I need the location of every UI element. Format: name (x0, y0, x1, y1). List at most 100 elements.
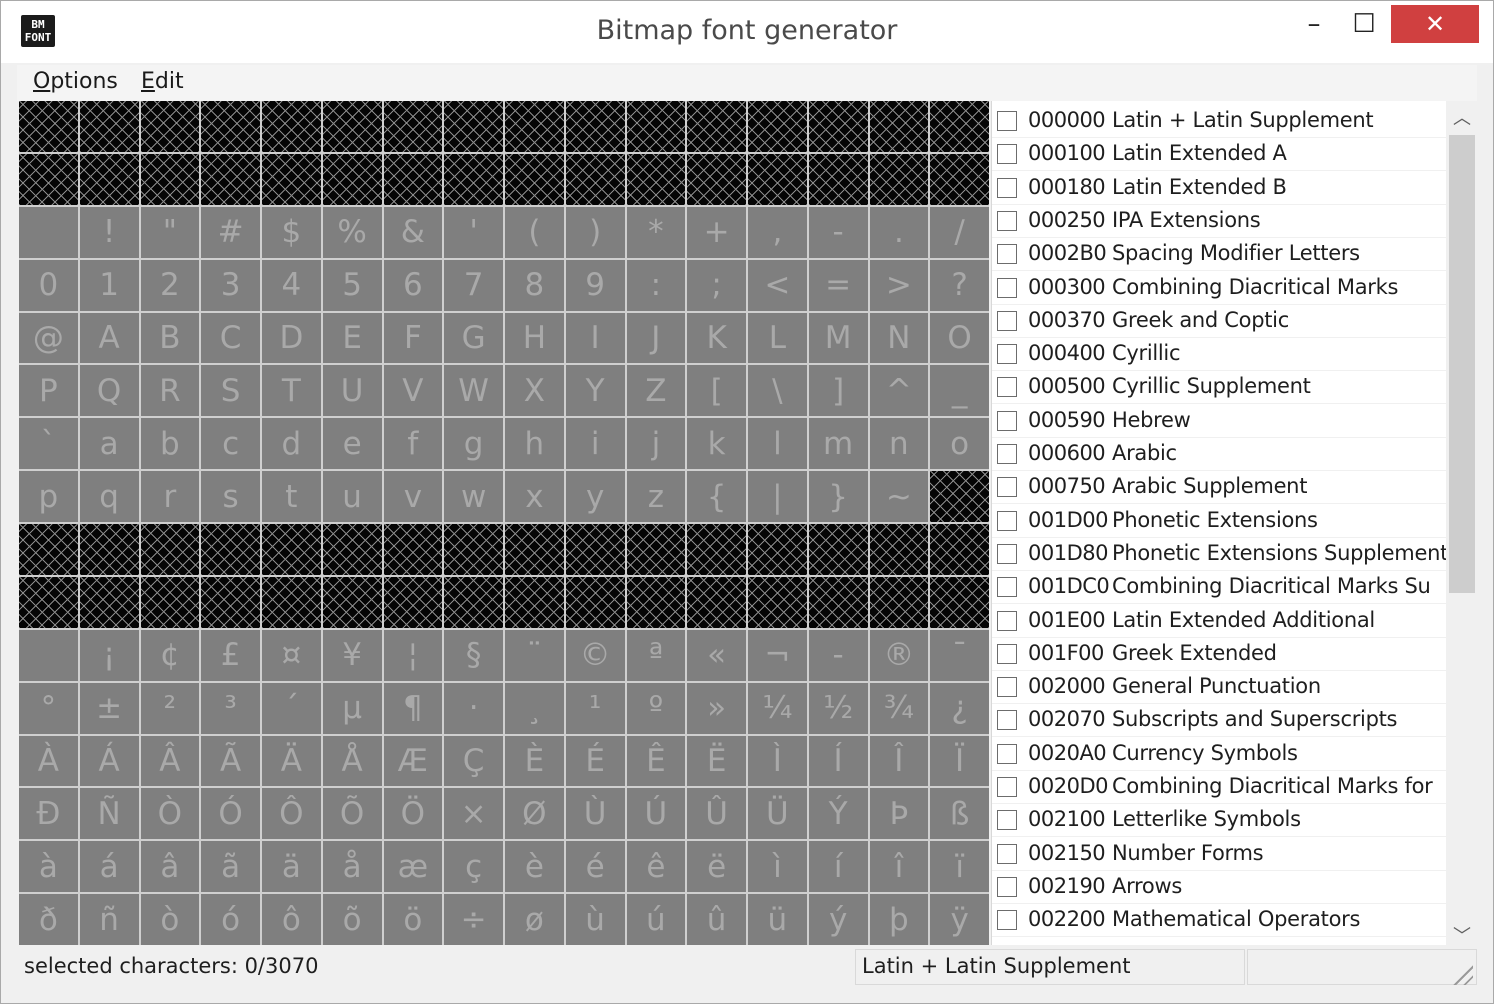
glyph-cell[interactable]: º (626, 682, 686, 734)
empty-glyph-cell[interactable] (444, 576, 503, 628)
glyph-cell[interactable]: Å (322, 735, 382, 787)
glyph-cell[interactable]: B (140, 312, 200, 364)
glyph-cell[interactable]: Ú (626, 788, 686, 840)
glyph-cell[interactable]: ¡ (79, 629, 139, 681)
empty-glyph-cell[interactable] (201, 101, 260, 152)
empty-glyph-cell[interactable] (930, 524, 989, 575)
range-checkbox[interactable] (997, 177, 1017, 198)
range-list-item[interactable]: 002150 Number Forms (992, 838, 1446, 871)
glyph-cell[interactable]: â (140, 841, 200, 893)
glyph-cell[interactable]: ~ (869, 471, 929, 522)
glyph-cell[interactable]: b (140, 418, 200, 470)
empty-glyph-cell[interactable] (869, 101, 929, 152)
glyph-cell[interactable]: m (808, 418, 868, 470)
scroll-up-arrow-icon[interactable]: ︿ (1446, 103, 1478, 135)
glyph-cell[interactable]: Ð (19, 788, 78, 840)
empty-glyph-cell[interactable] (19, 524, 78, 575)
range-list-item[interactable]: 001F00 Greek Extended (992, 638, 1446, 671)
range-checkbox[interactable] (997, 310, 1017, 331)
empty-glyph-cell[interactable] (687, 153, 746, 205)
empty-glyph-cell[interactable] (869, 576, 929, 628)
empty-glyph-cell[interactable] (383, 153, 443, 205)
glyph-cell[interactable]: Ó (201, 788, 260, 840)
range-checkbox[interactable] (997, 144, 1017, 165)
empty-glyph-cell[interactable] (79, 576, 139, 628)
range-list-item[interactable]: 000500 Cyrillic Supplement (992, 371, 1446, 405)
glyph-cell[interactable]: ° (19, 682, 78, 734)
glyph-cell[interactable]: ® (869, 629, 929, 681)
glyph-cell[interactable]: W (444, 365, 503, 417)
empty-glyph-cell[interactable] (140, 101, 200, 152)
glyph-cell[interactable]: ¾ (869, 682, 929, 734)
glyph-cell[interactable]: Z (626, 365, 686, 417)
glyph-cell[interactable]: L (748, 312, 807, 364)
glyph-cell[interactable]: @ (19, 312, 78, 364)
glyph-cell[interactable]: \ (748, 365, 807, 417)
glyph-cell[interactable]: ) (565, 206, 625, 258)
glyph-cell[interactable]: Ç (444, 735, 503, 787)
empty-glyph-cell[interactable] (748, 576, 807, 628)
range-list-item[interactable]: 0002B0 Spacing Modifier Letters (992, 238, 1446, 272)
empty-glyph-cell[interactable] (748, 101, 807, 152)
glyph-cell[interactable]: = (808, 259, 868, 311)
glyph-cell[interactable]: ö (383, 894, 443, 945)
glyph-cell[interactable]: Ü (748, 788, 807, 840)
glyph-cell[interactable]: | (748, 471, 807, 522)
range-checkbox[interactable] (997, 111, 1017, 131)
glyph-cell[interactable]: ü (748, 894, 807, 945)
empty-glyph-cell[interactable] (383, 576, 443, 628)
range-checkbox[interactable] (997, 610, 1017, 631)
glyph-cell[interactable]: ¹ (565, 682, 625, 734)
glyph-cell[interactable]: k (687, 418, 746, 470)
glyph-cell[interactable]: é (565, 841, 625, 893)
glyph-cell[interactable]: j (626, 418, 686, 470)
empty-glyph-cell[interactable] (79, 153, 139, 205)
glyph-cell[interactable]: ú (626, 894, 686, 945)
empty-glyph-cell[interactable] (201, 576, 260, 628)
glyph-cell[interactable]: ¥ (322, 629, 382, 681)
glyph-cell[interactable]: £ (201, 629, 260, 681)
glyph-cell[interactable]: Æ (383, 735, 443, 787)
glyph-cell[interactable]: Ã (201, 735, 260, 787)
glyph-cell[interactable]: y (565, 471, 625, 522)
glyph-cell[interactable]: # (201, 206, 260, 258)
glyph-cell[interactable]: r (140, 471, 200, 522)
glyph-cell[interactable]: æ (383, 841, 443, 893)
maximize-button[interactable]: ☐ (1341, 5, 1387, 43)
minimize-button[interactable]: – (1291, 5, 1337, 43)
glyph-cell[interactable]: q (79, 471, 139, 522)
glyph-cell[interactable]: ! (79, 206, 139, 258)
glyph-cell[interactable]: 4 (262, 259, 321, 311)
empty-glyph-cell[interactable] (930, 576, 989, 628)
glyph-cell[interactable]: µ (322, 682, 382, 734)
glyph-cell[interactable]: S (201, 365, 260, 417)
range-checkbox[interactable] (997, 677, 1017, 698)
glyph-cell[interactable]: ½ (808, 682, 868, 734)
glyph-cell[interactable]: ï (930, 841, 989, 893)
empty-glyph-cell[interactable] (505, 153, 564, 205)
glyph-cell[interactable]: z (626, 471, 686, 522)
glyph-cell[interactable] (19, 629, 78, 681)
glyph-cell[interactable]: Ò (140, 788, 200, 840)
glyph-cell[interactable]: ; (687, 259, 746, 311)
glyph-cell[interactable]: ¦ (383, 629, 443, 681)
empty-glyph-cell[interactable] (626, 153, 686, 205)
glyph-cell[interactable]: ã (201, 841, 260, 893)
empty-glyph-cell[interactable] (869, 524, 929, 575)
empty-glyph-cell[interactable] (930, 101, 989, 152)
glyph-cell[interactable]: 2 (140, 259, 200, 311)
glyph-cell[interactable]: O (930, 312, 989, 364)
glyph-cell[interactable]: ¢ (140, 629, 200, 681)
range-list-item[interactable]: 000300 Combining Diacritical Marks (992, 272, 1446, 305)
range-checkbox[interactable] (997, 477, 1017, 498)
glyph-cell[interactable]: ñ (79, 894, 139, 945)
glyph-cell[interactable]: c (201, 418, 260, 470)
glyph-cell[interactable]: ¶ (383, 682, 443, 734)
empty-glyph-cell[interactable] (79, 101, 139, 152)
glyph-cell[interactable]: ÷ (444, 894, 503, 945)
glyph-cell[interactable]: á (79, 841, 139, 893)
glyph-cell[interactable]: h (505, 418, 564, 470)
range-checkbox[interactable] (997, 743, 1017, 764)
empty-glyph-cell[interactable] (505, 576, 564, 628)
glyph-cell[interactable]: î (869, 841, 929, 893)
